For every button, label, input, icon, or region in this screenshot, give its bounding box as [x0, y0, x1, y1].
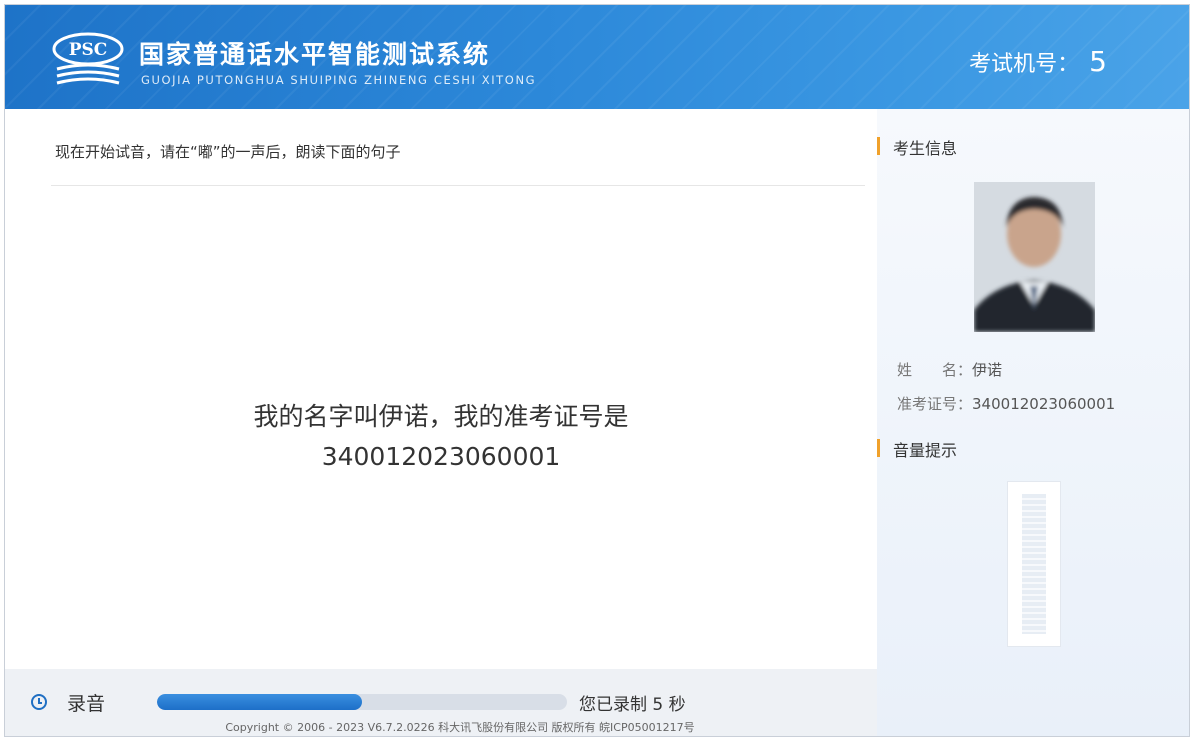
app-window: PSC 国家普通话水平智能测试系统 GUOJIA PUTONGHUA SHUIP… — [4, 4, 1190, 737]
recording-progress — [157, 694, 567, 710]
clock-icon — [31, 694, 47, 710]
name-label: 姓 名： — [897, 361, 973, 379]
id-label: 准考证号： — [897, 395, 973, 413]
exam-machine-number: 考试机号： 5 — [969, 45, 1107, 78]
app-title-pinyin: GUOJIA PUTONGHUA SHUIPING ZHINENG CESHI … — [141, 73, 537, 87]
id-value: 340012023060001 — [972, 395, 1116, 413]
candidate-info-title: 考生信息 — [893, 139, 958, 158]
psc-logo: PSC — [52, 32, 124, 85]
logo-text: PSC — [69, 40, 108, 60]
name-value: 伊诺 — [972, 361, 1003, 379]
record-label: 录音 — [67, 693, 106, 715]
candidate-name: 姓 名：伊诺 — [897, 359, 1002, 380]
reading-panel: 现在开始试音，请在“嘟”的一声后，朗读下面的句子 我的名字叫伊诺，我的准考证号是… — [5, 109, 877, 669]
reading-text: 我的名字叫伊诺，我的准考证号是 340012023060001 — [5, 397, 877, 477]
sidebar: 考生信息 姓 名：伊诺 准考证号：340012023060001 音量提示 — [877, 109, 1189, 736]
volume-meter-bars — [1022, 494, 1046, 634]
recording-progress-fill — [157, 694, 362, 710]
exam-machine-label: 考试机号： — [969, 52, 1080, 77]
app-title: 国家普通话水平智能测试系统 — [139, 40, 491, 69]
record-status: 您已录制 5 秒 — [579, 695, 686, 715]
reading-line-1: 我的名字叫伊诺，我的准考证号是 — [253, 402, 629, 431]
section-accent-bar — [877, 439, 880, 457]
volume-heading: 音量提示 — [877, 437, 957, 461]
exam-machine-value: 5 — [1089, 45, 1107, 78]
copyright: Copyright © 2006 - 2023 V6.7.2.0226 科大讯飞… — [225, 721, 695, 734]
volume-title: 音量提示 — [893, 441, 958, 460]
section-accent-bar — [877, 137, 880, 155]
volume-meter — [1007, 481, 1061, 647]
header-banner: PSC 国家普通话水平智能测试系统 GUOJIA PUTONGHUA SHUIP… — [5, 5, 1189, 109]
candidate-info-heading: 考生信息 — [877, 135, 957, 159]
divider — [51, 185, 865, 186]
candidate-photo — [974, 182, 1095, 332]
reading-line-2: 340012023060001 — [321, 442, 561, 471]
candidate-id: 准考证号：340012023060001 — [897, 393, 1115, 414]
instruction-text: 现在开始试音，请在“嘟”的一声后，朗读下面的句子 — [55, 143, 401, 161]
status-bar: 录音 您已录制 5 秒 Copyright © 2006 - 2023 V6.7… — [5, 669, 877, 736]
